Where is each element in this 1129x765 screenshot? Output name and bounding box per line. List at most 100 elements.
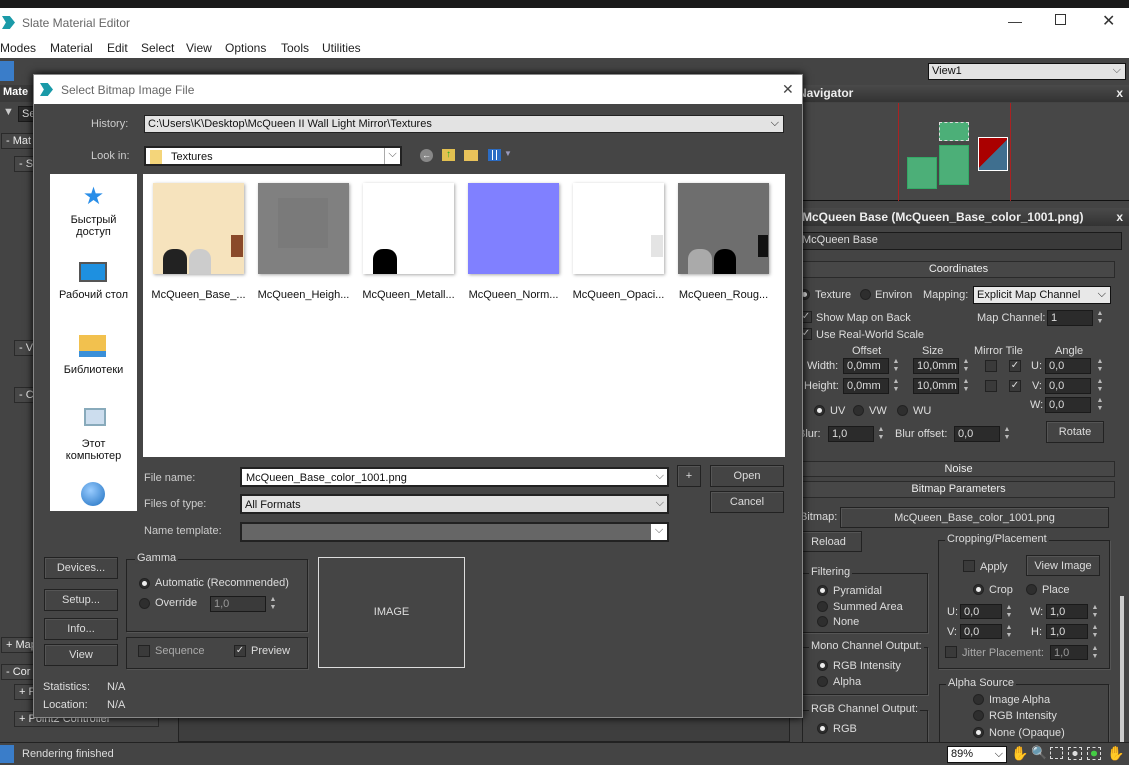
jitter-input[interactable]: 1,0	[1050, 645, 1088, 660]
crop-radio[interactable]	[973, 584, 984, 595]
rotate-button[interactable]: Rotate	[1046, 421, 1104, 443]
cancel-button[interactable]: Cancel	[710, 491, 784, 513]
spinner[interactable]: ▲ ▼	[891, 378, 901, 394]
coordinates-rollout[interactable]: Coordinates	[802, 261, 1115, 278]
zoom-select[interactable]: 89% ⌵	[947, 746, 1007, 763]
bitmap-parameters-rollout[interactable]: Bitmap Parameters	[802, 481, 1115, 498]
open-button[interactable]: Open	[710, 465, 784, 487]
alpha-radio[interactable]	[817, 676, 828, 687]
maximize-button[interactable]	[1055, 14, 1066, 25]
blur-offset-input[interactable]: 0,0	[954, 426, 1000, 442]
menu-edit[interactable]: Edit	[107, 41, 128, 55]
dialog-close-button[interactable]: ✕	[782, 81, 794, 98]
spinner[interactable]: ▲ ▼	[876, 426, 886, 442]
network-place[interactable]	[50, 479, 137, 511]
gamma-override-input[interactable]: 1,0	[210, 596, 266, 612]
menu-modes[interactable]: Modes	[0, 41, 36, 55]
param-close-button[interactable]: x	[1116, 210, 1123, 224]
menu-options[interactable]: Options	[225, 41, 266, 55]
pan-icon[interactable]: ✋	[1011, 745, 1028, 762]
blur-input[interactable]: 1,0	[828, 426, 874, 442]
noise-rollout[interactable]: Noise	[802, 461, 1115, 477]
scrollbar[interactable]	[1120, 596, 1124, 742]
preview-checkbox[interactable]: ✓	[234, 645, 246, 657]
spinner[interactable]: ▲ ▼	[891, 358, 901, 374]
gamma-override-radio[interactable]	[139, 598, 150, 609]
look-in-select[interactable]: Textures ⌵	[144, 146, 402, 166]
spinner[interactable]: ▲ ▼	[1095, 397, 1105, 413]
menu-utilities[interactable]: Utilities	[322, 41, 361, 55]
sequence-checkbox[interactable]	[138, 645, 150, 657]
mirror-v-checkbox[interactable]	[985, 380, 997, 392]
minimize-button[interactable]: —	[1008, 13, 1022, 29]
mapping-select[interactable]: Explicit Map Channel ⌵	[973, 286, 1111, 304]
angle-w-input[interactable]: 0,0	[1045, 397, 1091, 413]
size-width-input[interactable]: 10,0mm	[913, 358, 959, 374]
apply-checkbox[interactable]	[963, 560, 975, 572]
rgb-radio[interactable]	[817, 723, 828, 734]
collapse-icon[interactable]: ▼	[3, 106, 14, 118]
back-icon[interactable]: ←	[420, 149, 433, 162]
menu-select[interactable]: Select	[141, 41, 174, 55]
reload-button[interactable]: Reload	[795, 531, 862, 552]
select-tool-button[interactable]	[0, 61, 14, 81]
view-menu-chevron-icon[interactable]: ▼	[504, 149, 512, 158]
name-template-select[interactable]: ⌵	[240, 522, 669, 542]
angle-u-input[interactable]: 0,0	[1045, 358, 1091, 374]
offset-height-input[interactable]: 0,0mm	[843, 378, 889, 394]
this-pc-place[interactable]: Этот компьютер	[50, 406, 137, 468]
place-radio[interactable]	[1026, 584, 1037, 595]
vw-radio[interactable]	[853, 405, 864, 416]
crop-h-input[interactable]: 1,0	[1046, 624, 1088, 639]
summed-area-radio[interactable]	[817, 601, 828, 612]
up-folder-icon[interactable]: ↑	[442, 149, 455, 161]
alpha-rgb-intensity-radio[interactable]	[973, 710, 984, 721]
spinner[interactable]: ▲ ▼	[1095, 378, 1105, 394]
zoom-region-icon[interactable]	[1050, 747, 1063, 759]
none-opaque-radio[interactable]	[973, 727, 984, 738]
uv-radio[interactable]	[814, 405, 825, 416]
wu-radio[interactable]	[897, 405, 908, 416]
jitter-checkbox[interactable]	[945, 646, 957, 658]
image-alpha-radio[interactable]	[973, 694, 984, 705]
navigator-view[interactable]	[800, 103, 1129, 201]
map-name-input[interactable]: McQueen Base	[798, 232, 1122, 250]
new-folder-icon[interactable]	[464, 150, 478, 161]
view-select[interactable]: View1 ⌵	[928, 63, 1126, 80]
spinner[interactable]: ▲ ▼	[1004, 604, 1014, 620]
spinner[interactable]: ▲ ▼	[961, 358, 971, 374]
tile-v-checkbox[interactable]: ✓	[1009, 380, 1021, 392]
zoom-extents-icon[interactable]	[1068, 747, 1082, 760]
crop-u-input[interactable]: 0,0	[960, 604, 1002, 619]
spinner[interactable]: ▲ ▼	[1095, 358, 1105, 374]
map-channel-input[interactable]: 1	[1047, 310, 1093, 326]
file-name-input[interactable]: McQueen_Base_color_1001.png ⌵	[240, 467, 669, 487]
menu-view[interactable]: View	[186, 41, 212, 55]
angle-v-input[interactable]: 0,0	[1045, 378, 1091, 394]
spinner[interactable]: ▲ ▼	[1090, 604, 1100, 620]
spinner[interactable]: ▲ ▼	[1004, 624, 1014, 640]
spinner[interactable]: ▲ ▼	[268, 596, 278, 612]
crop-v-input[interactable]: 0,0	[960, 624, 1002, 639]
view-image-button[interactable]: View Image	[1026, 555, 1100, 576]
file-list[interactable]: McQueen_Base_... McQueen_Heigh... McQuee…	[143, 174, 785, 457]
zoom-icon[interactable]: 🔍	[1031, 745, 1047, 761]
spinner[interactable]: ▲ ▼	[1090, 645, 1100, 661]
filter-none-radio[interactable]	[817, 616, 828, 627]
libraries-place[interactable]: Библиотеки	[50, 332, 137, 382]
crop-w-input[interactable]: 1,0	[1046, 604, 1088, 619]
view-menu-icon[interactable]	[488, 149, 501, 161]
menu-tools[interactable]: Tools	[281, 41, 309, 55]
size-height-input[interactable]: 10,0mm	[913, 378, 959, 394]
map-channel-spinner[interactable]: ▲ ▼	[1095, 310, 1105, 326]
tile-u-checkbox[interactable]: ✓	[1009, 360, 1021, 372]
setup-button[interactable]: Setup...	[44, 589, 118, 611]
info-button[interactable]: Info...	[44, 618, 118, 640]
spinner[interactable]: ▲ ▼	[961, 378, 971, 394]
spinner[interactable]: ▲ ▼	[1002, 426, 1012, 442]
menu-material[interactable]: Material	[50, 41, 93, 55]
bitmap-path-button[interactable]: McQueen_Base_color_1001.png	[840, 507, 1109, 528]
offset-width-input[interactable]: 0,0mm	[843, 358, 889, 374]
history-select[interactable]: C:\Users\K\Desktop\McQueen II Wall Light…	[144, 115, 784, 133]
view-button[interactable]: View	[44, 644, 118, 666]
